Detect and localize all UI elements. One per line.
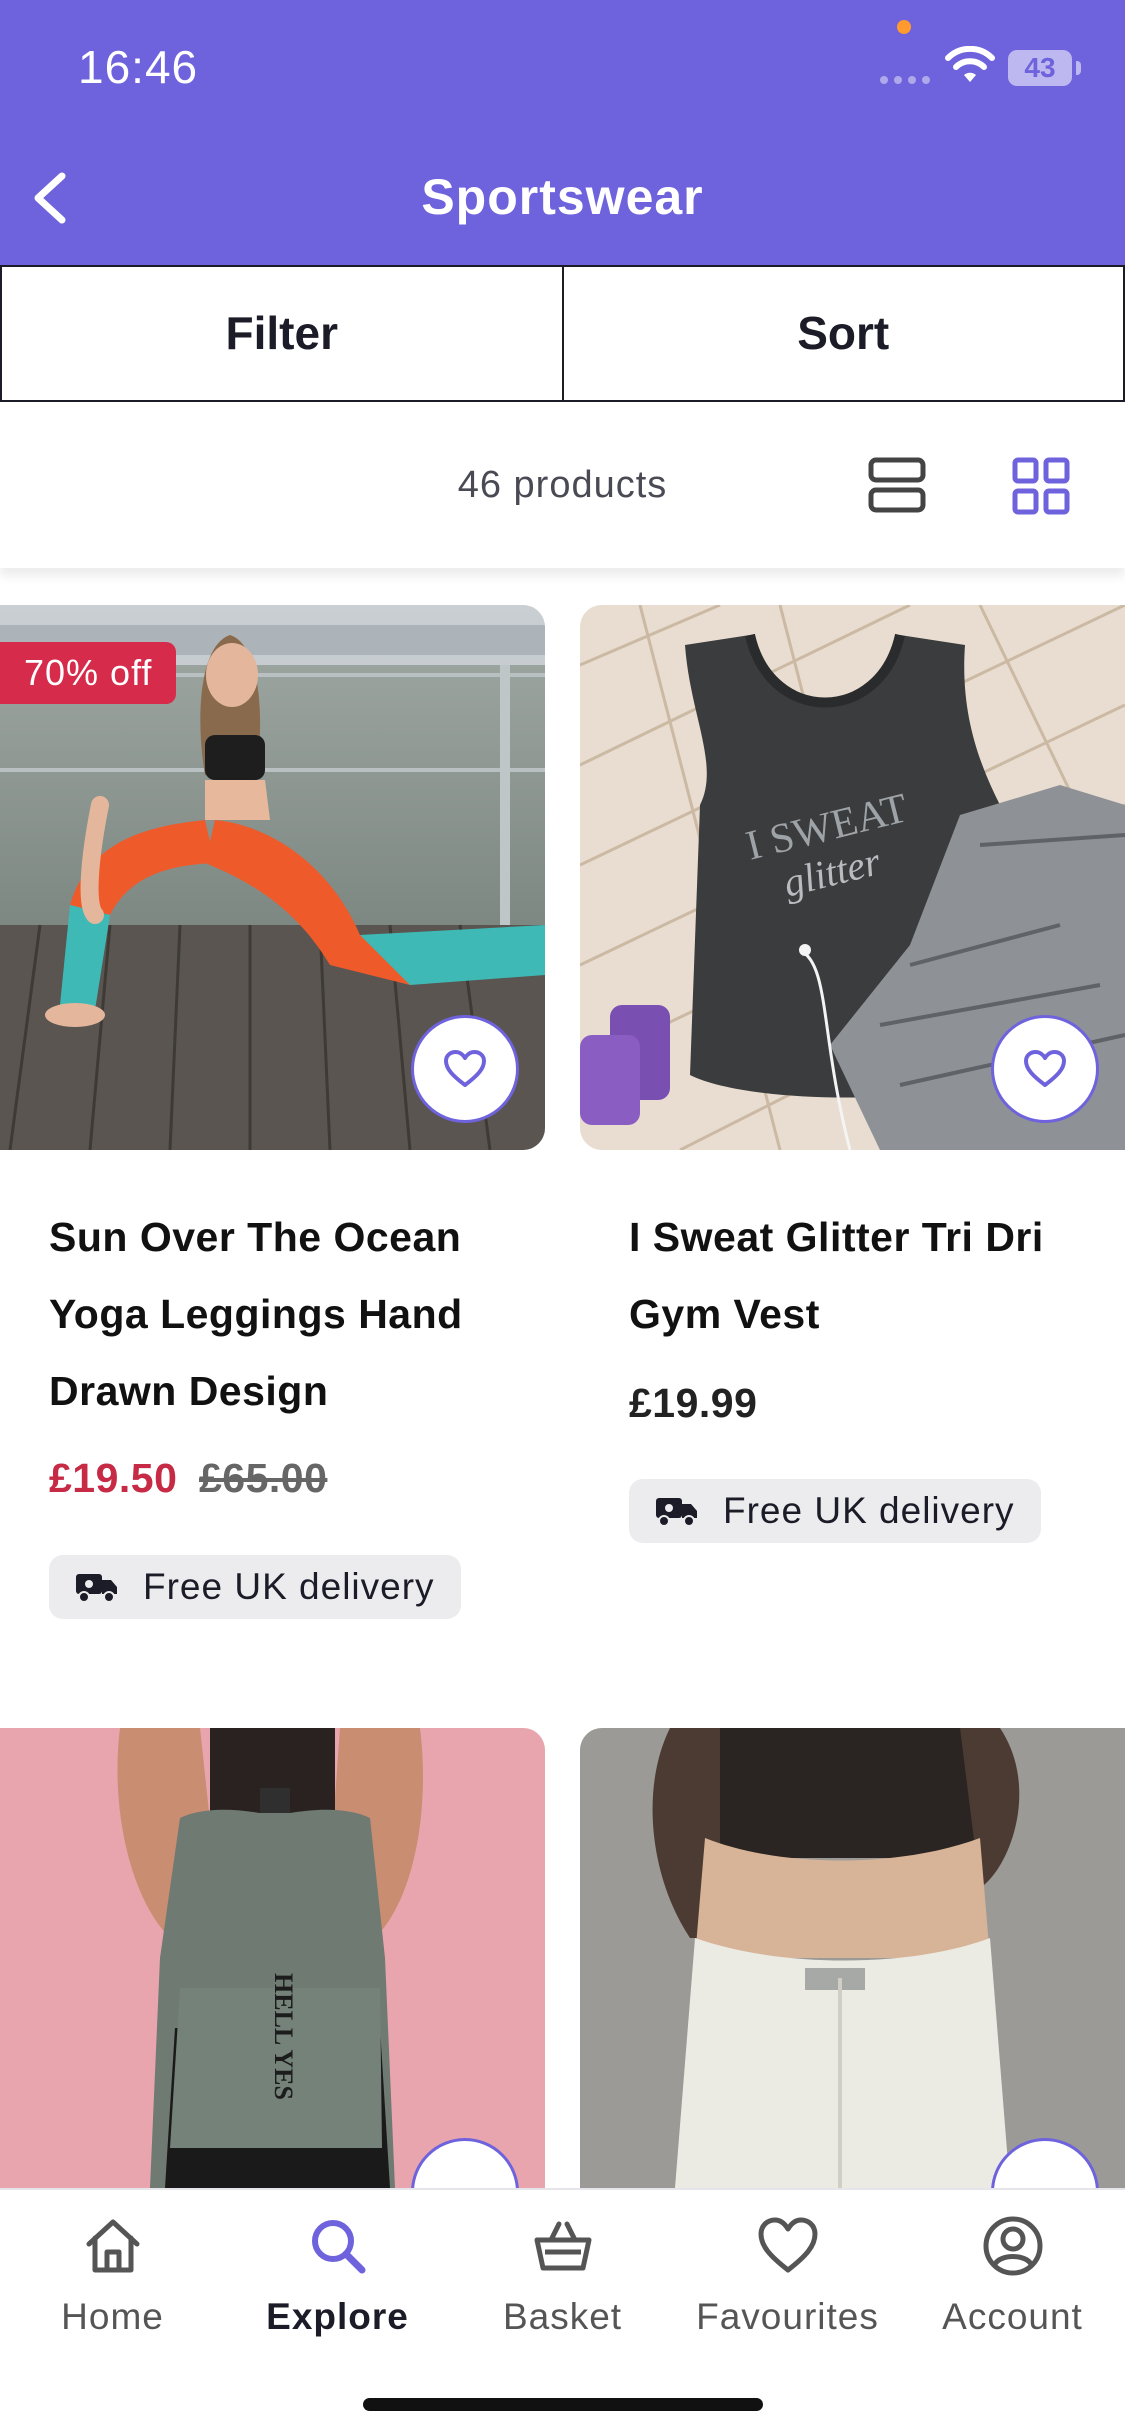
nav-account[interactable]: Account [900,2214,1125,2338]
back-arrow-icon[interactable] [22,168,82,228]
racerback-vest-photo: HELL YES [0,1728,545,2188]
heart-icon [758,2217,817,2273]
print-text-hell-yes: HELL YES [269,1973,298,2100]
top-app-bar: Sportswear [0,130,1125,265]
discount-badge: 70% off [0,642,177,704]
status-bar: 16:46 43 [0,0,1125,130]
delivery-badge: Free UK delivery [629,1479,1041,1543]
account-icon [983,2216,1042,2276]
nav-explore-label: Explore [266,2296,409,2337]
filter-sort-bar: Filter Sort [0,265,1125,402]
delivery-truck-icon [656,1498,697,1527]
heart-icon [444,1050,486,1087]
product-image-yoga-leggings[interactable]: 70% off [0,605,545,1150]
product-name[interactable]: I Sweat Glitter Tri Dri Gym Vest [629,1199,1109,1353]
nav-basket[interactable]: Basket [450,2214,675,2338]
grid-view-icon[interactable] [1012,457,1070,515]
nav-explore[interactable]: Explore [225,2214,450,2338]
delivery-truck-icon [76,1574,117,1603]
product-image-harem-trousers[interactable] [580,1728,1125,2188]
battery-icon: 43 [1008,50,1072,86]
nav-home[interactable]: Home [0,2214,225,2338]
product-price: £19.99 [629,1380,758,1426]
delivery-badge: Free UK delivery [49,1555,461,1619]
privacy-indicator-dot [897,20,911,34]
sort-button[interactable]: Sort [563,265,1125,402]
wifi-icon [945,46,995,82]
page-title: Sportswear [421,169,704,225]
product-name[interactable]: Sun Over The Ocean Yoga Leggings Hand Dr… [49,1199,529,1430]
home-indicator[interactable] [363,2398,763,2411]
sale-price: £19.50 [49,1455,178,1501]
nav-favourites[interactable]: Favourites [675,2214,900,2338]
product-image-gym-vest[interactable]: I SWEAT glitter [580,605,1125,1150]
delivery-text: Free UK delivery [723,1490,1015,1531]
delivery-text: Free UK delivery [143,1566,435,1607]
nav-account-label: Account [942,2296,1083,2337]
results-bar: 46 products [0,402,1125,568]
list-view-icon[interactable] [868,457,926,513]
battery-tip [1076,61,1081,75]
favourite-button[interactable] [991,1015,1099,1123]
nav-home-label: Home [61,2296,164,2337]
home-icon [86,2219,139,2273]
product-image-racerback-vest[interactable]: HELL YES [0,1728,545,2188]
harem-trousers-photo [580,1728,1125,2188]
favourite-button[interactable] [411,1015,519,1123]
nav-basket-label: Basket [502,2296,623,2337]
status-time: 16:46 [78,41,199,93]
basket-icon [534,2221,591,2271]
nav-favourites-label: Favourites [696,2296,879,2337]
heart-icon [1024,1050,1066,1087]
search-icon [311,2220,365,2274]
product-count: 46 products [457,464,668,506]
filter-button[interactable]: Filter [0,265,564,402]
cellular-signal-icon [880,76,930,84]
original-price: £65.00 [199,1455,328,1501]
